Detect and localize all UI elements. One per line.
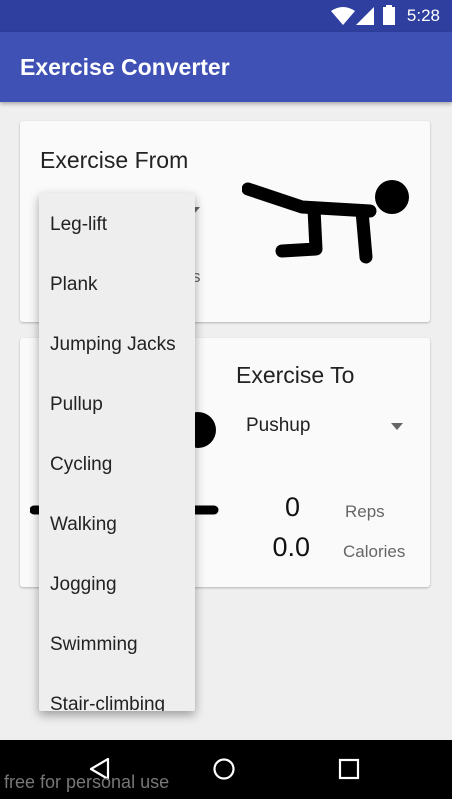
battery-icon <box>383 5 395 25</box>
dropdown-item-leg-lift[interactable]: Leg-lift <box>50 214 107 236</box>
calories-value: 0.0 <box>272 532 310 562</box>
recents-icon[interactable] <box>338 758 360 780</box>
exercise-to-selected: Pushup <box>246 415 311 436</box>
exercise-to-select[interactable]: Pushup <box>236 406 411 446</box>
dropdown-item-swimming[interactable]: Swimming <box>50 634 138 656</box>
dropdown-item-cycling[interactable]: Cycling <box>50 454 112 476</box>
dropdown-item-walking[interactable]: Walking <box>50 514 117 536</box>
watermark-text: free for personal use <box>4 772 170 792</box>
plank-figure-icon <box>242 180 409 264</box>
status-bar: 5:28 <box>0 0 452 32</box>
status-time: 5:28 <box>406 6 440 25</box>
exercise-to-heading: Exercise To <box>236 362 355 388</box>
exercise-from-dropdown-list[interactable]: Leg-lift Plank Jumping Jacks Pullup Cycl… <box>39 193 195 711</box>
dropdown-item-pullup[interactable]: Pullup <box>50 394 103 416</box>
dropdown-item-plank[interactable]: Plank <box>50 274 98 296</box>
chevron-down-icon[interactable] <box>391 423 403 430</box>
signal-icon <box>356 7 374 25</box>
calories-label: Calories <box>343 542 406 561</box>
dropdown-item-jumping-jacks[interactable]: Jumping Jacks <box>50 334 176 356</box>
dropdown-item-stair-climbing[interactable]: Stair-climbing <box>50 694 165 711</box>
reps-value: 0 <box>284 492 300 522</box>
reps-label: Reps <box>345 502 385 521</box>
home-icon[interactable] <box>212 757 236 781</box>
app-title: Exercise Converter <box>20 54 230 80</box>
app-bar: Exercise Converter <box>0 32 452 102</box>
exercise-from-heading: Exercise From <box>40 147 189 173</box>
dropdown-item-jogging[interactable]: Jogging <box>50 574 117 596</box>
wifi-icon <box>331 7 355 25</box>
